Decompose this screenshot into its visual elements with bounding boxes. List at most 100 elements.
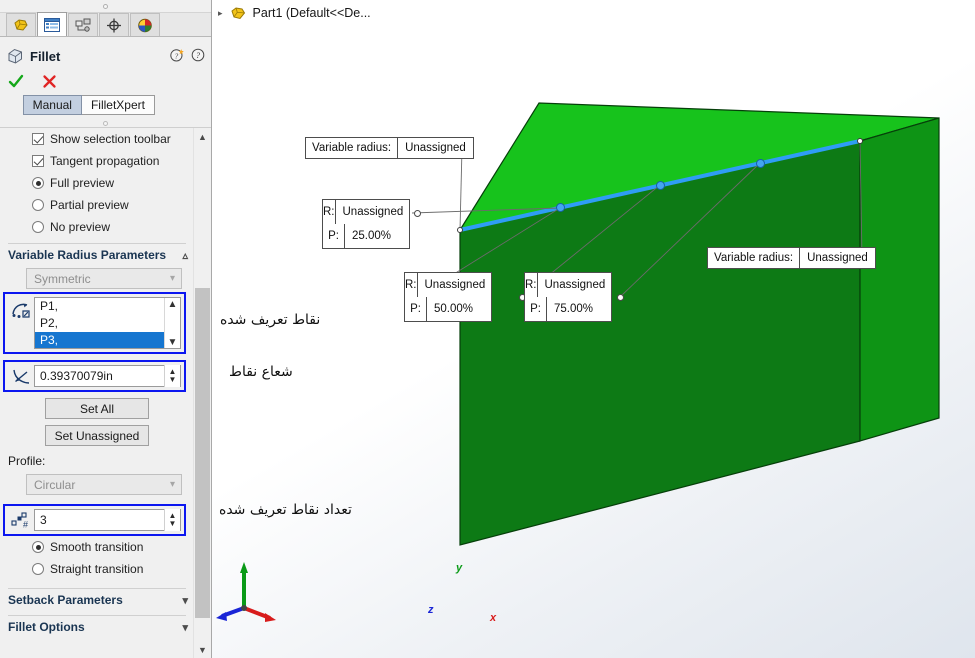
- checkbox-show-selection-toolbar[interactable]: [32, 133, 44, 145]
- label-straight-transition: Straight transition: [50, 562, 143, 576]
- chevron-down-icon[interactable]: ▼: [168, 336, 178, 349]
- dimxpert-target-icon: [106, 18, 122, 33]
- label-smooth-transition: Smooth transition: [50, 540, 143, 554]
- chevron-down-icon: ▾: [182, 594, 188, 607]
- feature-manager-design-tree-tab[interactable]: [6, 13, 36, 36]
- callout-value-r[interactable]: Unassigned: [538, 273, 613, 297]
- option-partial-preview[interactable]: Partial preview: [0, 194, 194, 216]
- flyout-tree-label[interactable]: Part1 (Default<<De...: [253, 6, 371, 20]
- grip-dot-icon: [103, 121, 108, 126]
- radio-full-preview[interactable]: [32, 177, 44, 189]
- scroll-down-icon[interactable]: ▼: [194, 641, 211, 658]
- variable-radius-point-p1[interactable]: [556, 203, 565, 212]
- whats-new-help-icon[interactable]: ?: [170, 48, 184, 65]
- annotation-point-radius: شعاع نقاط: [229, 364, 293, 380]
- property-manager-tab[interactable]: [37, 12, 67, 36]
- chevron-down-icon: ▾: [170, 273, 175, 284]
- expand-arrow-icon[interactable]: ▸: [218, 8, 223, 19]
- radio-partial-preview[interactable]: [32, 199, 44, 211]
- part-document-icon: [230, 6, 247, 21]
- list-item[interactable]: P2,: [35, 315, 180, 332]
- model-top-face: [460, 103, 939, 230]
- stepper-down-icon[interactable]: ▼: [169, 376, 177, 384]
- section-variable-radius-parameters[interactable]: Variable Radius Parameters ▵: [0, 244, 194, 266]
- radius-icon: [8, 365, 34, 385]
- section-fillet-options[interactable]: Fillet Options ▾: [0, 616, 194, 638]
- chevron-up-icon[interactable]: ▲: [168, 298, 178, 312]
- section-setback-parameters[interactable]: Setback Parameters ▾: [0, 589, 194, 611]
- radius-stepper[interactable]: ▲ ▼: [164, 365, 180, 387]
- stepper-down-icon[interactable]: ▼: [169, 520, 177, 528]
- option-show-selection-toolbar[interactable]: Show selection toolbar: [0, 128, 194, 150]
- configuration-manager-tab[interactable]: [68, 13, 98, 36]
- svg-text:?: ?: [175, 51, 179, 60]
- callout-variable-radius-left[interactable]: Variable radius: Unassigned: [305, 137, 474, 159]
- callout-row-radius: R: Unassigned: [405, 273, 491, 297]
- callout-point-p1[interactable]: R: Unassigned P: 25.00%: [322, 199, 410, 249]
- accept-button[interactable]: [8, 74, 24, 91]
- option-no-preview[interactable]: No preview: [0, 216, 194, 238]
- radius-input[interactable]: 0.39370079in ▲ ▼: [34, 365, 181, 387]
- option-full-preview[interactable]: Full preview: [0, 172, 194, 194]
- callout-value-p[interactable]: 50.00%: [427, 297, 480, 321]
- display-manager-tab[interactable]: [130, 13, 160, 36]
- set-unassigned-button[interactable]: Set Unassigned: [45, 425, 149, 446]
- property-manager-body: Show selection toolbar Tangent propagati…: [0, 128, 194, 658]
- point-count-input[interactable]: 3 ▲ ▼: [34, 509, 181, 531]
- callout-point-p2[interactable]: R: Unassigned P: 50.00%: [404, 272, 492, 322]
- edge-endpoint-right[interactable]: [857, 138, 863, 144]
- callout-value-p[interactable]: 25.00%: [345, 224, 398, 248]
- radio-straight-transition[interactable]: [32, 563, 44, 575]
- callout-value-r[interactable]: Unassigned: [336, 200, 411, 224]
- tab-manual[interactable]: Manual: [23, 95, 82, 115]
- checkbox-tangent-propagation[interactable]: [32, 155, 44, 167]
- point-count-stepper[interactable]: ▲ ▼: [164, 509, 180, 531]
- section-title-variable-radius: Variable Radius Parameters: [8, 248, 166, 262]
- scrollbar-thumb[interactable]: [195, 288, 210, 618]
- option-tangent-propagation[interactable]: Tangent propagation: [0, 150, 194, 172]
- callout-row-position: P: 50.00%: [405, 297, 491, 321]
- option-straight-transition[interactable]: Straight transition: [0, 558, 194, 580]
- tab-filletxpert[interactable]: FilletXpert: [82, 95, 155, 115]
- cancel-button[interactable]: [42, 74, 57, 91]
- option-smooth-transition[interactable]: Smooth transition: [0, 536, 194, 558]
- callout-value[interactable]: Unassigned: [398, 138, 473, 158]
- callout-key-p: P:: [525, 297, 547, 321]
- callout-row-position: P: 75.00%: [525, 297, 611, 321]
- model-right-face: [860, 118, 939, 441]
- callout-row-radius: R: Unassigned: [525, 273, 611, 297]
- chevron-down-icon: ▾: [182, 621, 188, 634]
- variable-radius-point-p2[interactable]: [656, 181, 665, 190]
- callout-variable-radius-right[interactable]: Variable radius: Unassigned: [707, 247, 876, 269]
- scroll-up-icon[interactable]: ▲: [194, 128, 211, 145]
- radio-smooth-transition[interactable]: [32, 541, 44, 553]
- symmetry-type-combo[interactable]: Symmetric ▾: [26, 268, 182, 289]
- edge-endpoint-left[interactable]: [457, 227, 463, 233]
- attached-points-icon: [8, 297, 34, 319]
- callout-key-r: R:: [323, 200, 336, 224]
- list-item[interactable]: P3,: [35, 332, 180, 349]
- profile-combo[interactable]: Circular ▾: [26, 474, 182, 495]
- graphics-area[interactable]: ▸ Part1 (Default<<De...: [212, 0, 975, 658]
- callout-value-r[interactable]: Unassigned: [418, 273, 493, 297]
- list-item[interactable]: P1,: [35, 298, 180, 315]
- annotation-point-count: تعداد نقاط تعریف شده: [219, 502, 352, 518]
- radio-no-preview[interactable]: [32, 221, 44, 233]
- panel-scrollbar[interactable]: ▲ ▼: [193, 128, 211, 658]
- highlight-points-list: P1, P2, P3, ▲ ▼: [3, 292, 186, 354]
- panel-top-grip[interactable]: [0, 0, 211, 13]
- defined-points-listbox[interactable]: P1, P2, P3, ▲ ▼: [34, 297, 181, 349]
- dimxpert-manager-tab[interactable]: [99, 13, 129, 36]
- highlight-point-count-field: # 3 ▲ ▼: [3, 504, 186, 536]
- callout-value-p[interactable]: 75.00%: [547, 297, 600, 321]
- label-show-selection-toolbar: Show selection toolbar: [50, 132, 171, 146]
- leader-line: [412, 208, 560, 213]
- set-all-button[interactable]: Set All: [45, 398, 149, 419]
- help-icon[interactable]: ?: [191, 48, 205, 65]
- callout-value[interactable]: Unassigned: [800, 248, 875, 268]
- callout-point-p3[interactable]: R: Unassigned P: 75.00%: [524, 272, 612, 322]
- fillet-cube-icon: [6, 48, 24, 65]
- variable-radius-point-p3[interactable]: [756, 159, 765, 168]
- panel-section-grip[interactable]: [0, 119, 211, 128]
- listbox-scrollbar[interactable]: ▲ ▼: [164, 298, 180, 349]
